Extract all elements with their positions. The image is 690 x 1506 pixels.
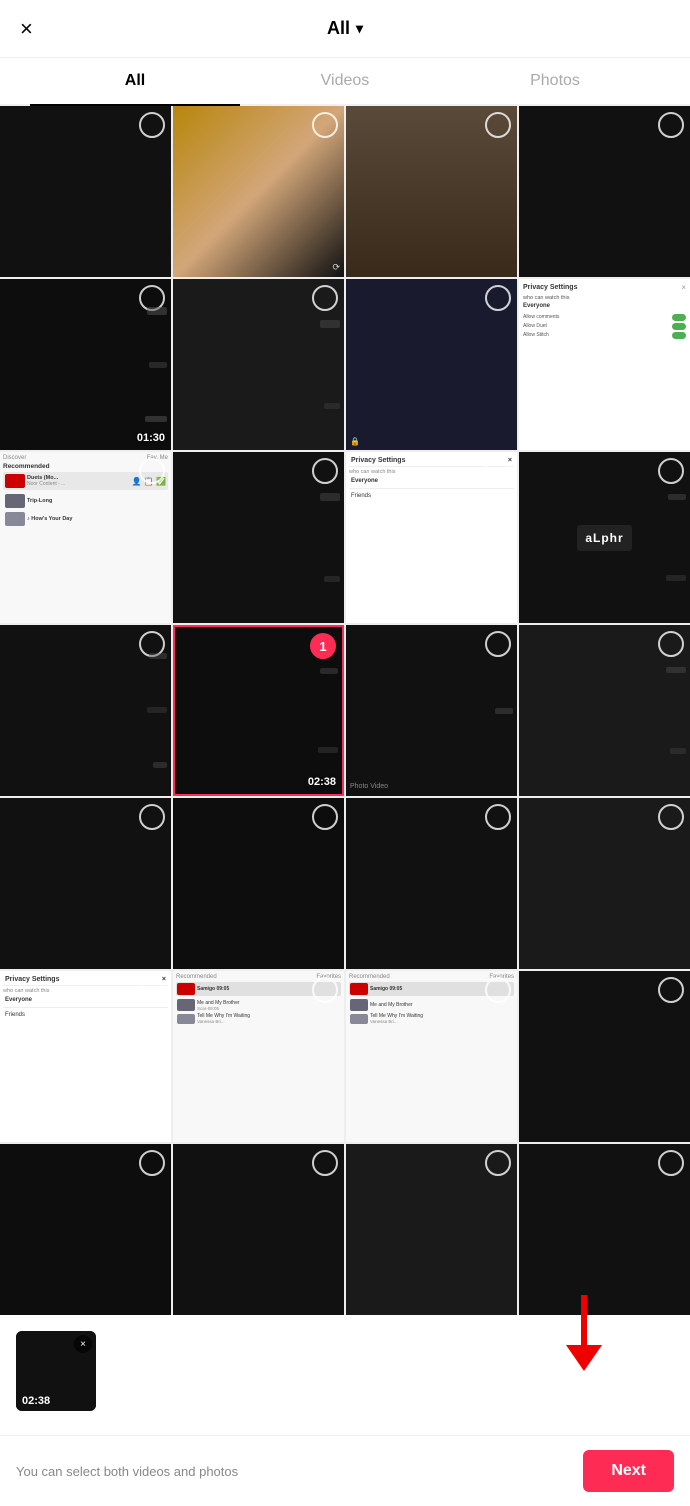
select-circle-6 — [485, 285, 511, 311]
grid-cell-5[interactable] — [173, 279, 344, 450]
grid-cell-18[interactable] — [346, 798, 517, 969]
selection-hint: You can select both videos and photos — [16, 1464, 238, 1479]
grid-cell-15[interactable] — [519, 625, 690, 796]
grid-cell-21[interactable]: RecommendedFavorites Samigo 09:05 Me and… — [173, 971, 344, 1142]
select-circle-22 — [485, 977, 511, 1003]
arrow-indicator — [566, 1295, 602, 1371]
duration-4: 01:30 — [137, 432, 165, 444]
grid-cell-3[interactable] — [519, 106, 690, 277]
select-circle-26 — [485, 1150, 511, 1176]
select-circle-8 — [139, 458, 165, 484]
preview-section: 02:38 × — [0, 1315, 690, 1435]
select-circle-0 — [139, 112, 165, 138]
grid-cell-0[interactable] — [0, 106, 171, 277]
select-circle-3 — [658, 112, 684, 138]
select-circle-19 — [658, 804, 684, 830]
grid-cell-17[interactable] — [173, 798, 344, 969]
select-circle-1 — [312, 112, 338, 138]
select-circle-7 — [658, 285, 684, 311]
title-text: All — [327, 18, 350, 39]
grid-cell-10[interactable]: Privacy Settings× who can watch this Eve… — [346, 452, 517, 623]
preview-duration: 02:38 — [22, 1395, 50, 1407]
grid-cell-13[interactable]: 1 02:38 — [173, 625, 344, 796]
select-circle-10 — [485, 458, 511, 484]
grid-cell-2[interactable] — [346, 106, 517, 277]
grid-cell-19[interactable] — [519, 798, 690, 969]
select-circle-25 — [312, 1150, 338, 1176]
grid-cell-22[interactable]: RecommendedFavorites Samigo 09:05 Me and… — [346, 971, 517, 1142]
media-grid: ⟳ 01:30 🔒 Privacy Settings × — [0, 106, 690, 1315]
select-circle-16 — [139, 804, 165, 830]
preview-thumbnail[interactable]: 02:38 × — [16, 1331, 96, 1411]
grid-cell-16[interactable] — [0, 798, 171, 969]
bottom-bar: You can select both videos and photos Ne… — [0, 1435, 690, 1506]
tab-all[interactable]: All — [30, 58, 240, 104]
grid-cell-9[interactable] — [173, 452, 344, 623]
grid-cell-4[interactable]: 01:30 — [0, 279, 171, 450]
select-circle-27 — [658, 1150, 684, 1176]
select-circle-23 — [658, 977, 684, 1003]
grid-cell-20[interactable]: Privacy Settings× who can watch this Eve… — [0, 971, 171, 1142]
grid-cell-6[interactable]: 🔒 — [346, 279, 517, 450]
tab-photos[interactable]: Photos — [450, 58, 660, 104]
grid-cell-25[interactable] — [173, 1144, 344, 1315]
grid-cell-11[interactable]: aLphr — [519, 452, 690, 623]
select-circle-24 — [139, 1150, 165, 1176]
close-button[interactable]: × — [20, 16, 33, 42]
preview-remove-button[interactable]: × — [74, 1335, 92, 1353]
select-circle-2 — [485, 112, 511, 138]
select-circle-20 — [139, 977, 165, 1003]
grid-cell-14[interactable]: Photo Video — [346, 625, 517, 796]
next-button[interactable]: Next — [583, 1450, 674, 1492]
chevron-down-icon: ▾ — [356, 20, 363, 37]
grid-cell-26[interactable] — [346, 1144, 517, 1315]
select-circle-21 — [312, 977, 338, 1003]
grid-cell-7[interactable]: Privacy Settings × who can watch this Ev… — [519, 279, 690, 450]
tab-bar: All Videos Photos — [0, 58, 690, 106]
grid-cell-27[interactable] — [519, 1144, 690, 1315]
duration-13: 02:38 — [308, 776, 336, 788]
grid-cell-23[interactable] — [519, 971, 690, 1142]
arrow-head — [566, 1345, 602, 1371]
grid-cell-8[interactable]: DiscoverFav. Me Recommended Duets (Mo...… — [0, 452, 171, 623]
select-circle-18 — [485, 804, 511, 830]
grid-cell-24[interactable] — [0, 1144, 171, 1315]
tab-videos[interactable]: Videos — [240, 58, 450, 104]
grid-cell-1[interactable]: ⟳ — [173, 106, 344, 277]
grid-cell-12[interactable] — [0, 625, 171, 796]
header: × All ▾ — [0, 0, 690, 58]
select-circle-17 — [312, 804, 338, 830]
header-title[interactable]: All ▾ — [327, 18, 363, 39]
arrow-shaft — [581, 1295, 587, 1345]
